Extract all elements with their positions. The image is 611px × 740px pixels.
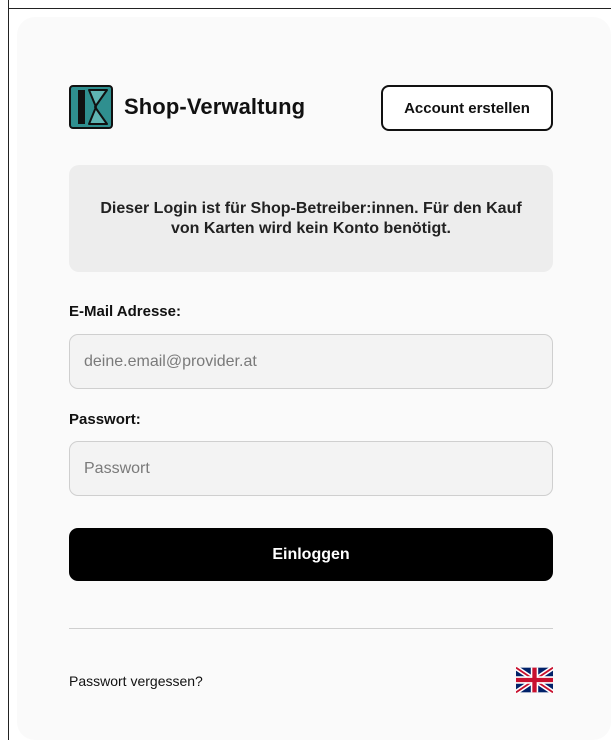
window-border-left: [8, 0, 9, 740]
uk-flag-icon[interactable]: [516, 667, 553, 693]
password-label: Passwort:: [69, 411, 141, 428]
email-input[interactable]: [69, 334, 553, 389]
login-button[interactable]: Einloggen: [69, 528, 553, 581]
card-header: Shop-Verwaltung Account erstellen: [69, 85, 553, 131]
forgot-password-link[interactable]: Passwort vergessen?: [69, 673, 203, 689]
info-notice: Dieser Login ist für Shop-Betreiber:inne…: [69, 165, 553, 272]
create-account-button[interactable]: Account erstellen: [381, 85, 553, 131]
shop-logo-icon: [69, 85, 113, 129]
brand-title: Shop-Verwaltung: [124, 94, 306, 119]
email-label: E-Mail Adresse:: [69, 303, 181, 320]
window-border-top: [8, 8, 611, 9]
password-input[interactable]: [69, 441, 553, 496]
info-notice-text: Dieser Login ist für Shop-Betreiber:inne…: [100, 199, 522, 237]
divider: [69, 628, 553, 629]
